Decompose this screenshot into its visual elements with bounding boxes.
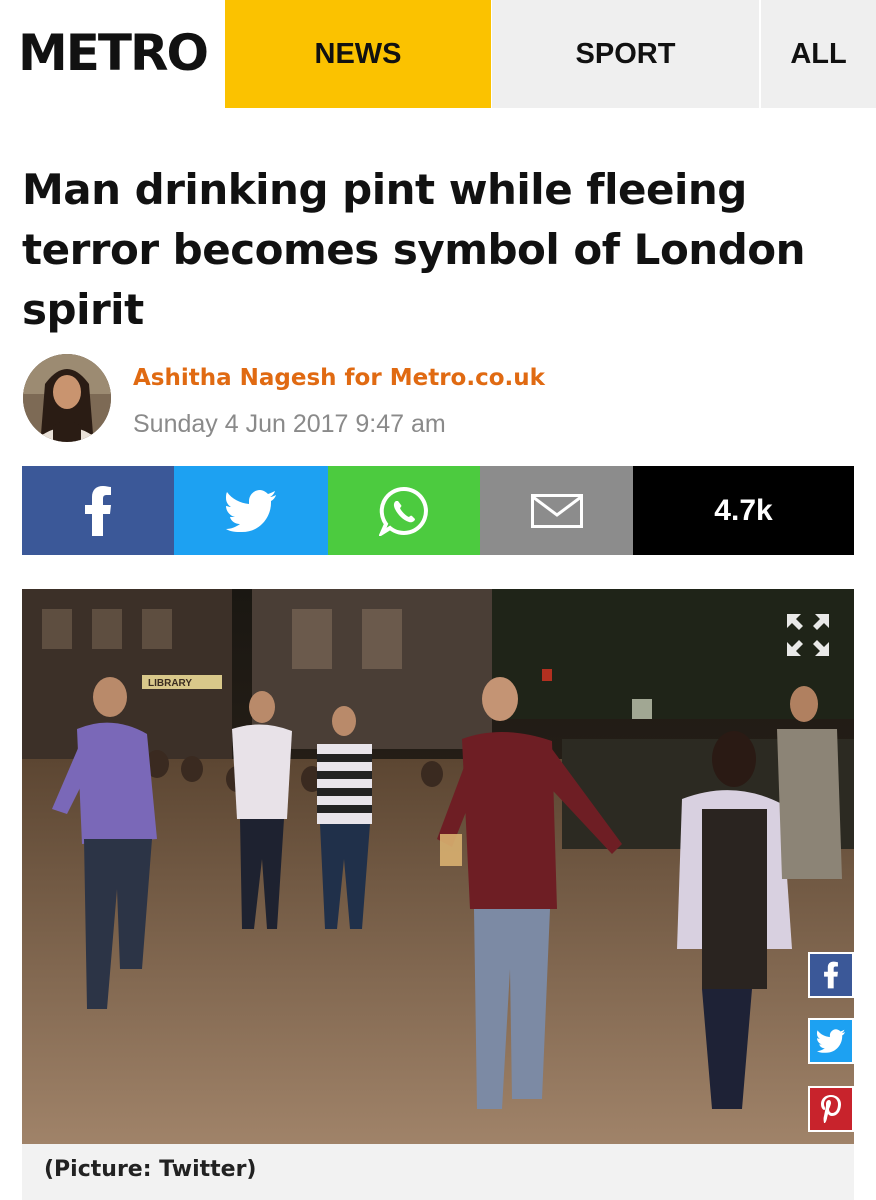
share-email-button[interactable] bbox=[480, 466, 633, 555]
twitter-icon bbox=[226, 489, 276, 532]
share-count: 4.7k bbox=[633, 466, 854, 555]
nav-tab-sport[interactable]: SPORT bbox=[492, 0, 759, 108]
share-facebook-button[interactable] bbox=[22, 466, 174, 555]
photo-share-facebook-button[interactable] bbox=[808, 952, 854, 998]
nav-tab-news[interactable]: NEWS bbox=[225, 0, 491, 108]
photo-share-twitter-button[interactable] bbox=[808, 1018, 854, 1064]
article-headline: Man drinking pint while fleeing terror b… bbox=[22, 165, 806, 334]
nav-tab-all[interactable]: ALL bbox=[761, 0, 876, 108]
pinterest-icon bbox=[821, 1095, 841, 1123]
metro-logo[interactable]: METRO bbox=[18, 22, 210, 84]
expand-icon[interactable] bbox=[783, 610, 833, 660]
site-header: METRO NEWS SPORT ALL bbox=[0, 0, 876, 109]
twitter-icon bbox=[817, 1029, 845, 1053]
email-icon bbox=[530, 493, 583, 528]
facebook-icon bbox=[824, 961, 838, 989]
photo-caption: (Picture: Twitter) bbox=[44, 1157, 257, 1182]
article-photo[interactable]: LIBRARY bbox=[22, 589, 854, 1144]
photo-share-pinterest-button[interactable] bbox=[808, 1086, 854, 1132]
author-link[interactable]: Ashitha Nagesh for Metro.co.uk bbox=[133, 365, 545, 391]
library-sign: LIBRARY bbox=[148, 678, 192, 689]
author-avatar[interactable] bbox=[23, 354, 111, 442]
share-twitter-button[interactable] bbox=[174, 466, 328, 555]
whatsapp-icon bbox=[379, 486, 428, 536]
share-whatsapp-button[interactable] bbox=[328, 466, 480, 555]
facebook-icon bbox=[85, 485, 111, 536]
publish-date: Sunday 4 Jun 2017 9:47 am bbox=[133, 410, 446, 438]
